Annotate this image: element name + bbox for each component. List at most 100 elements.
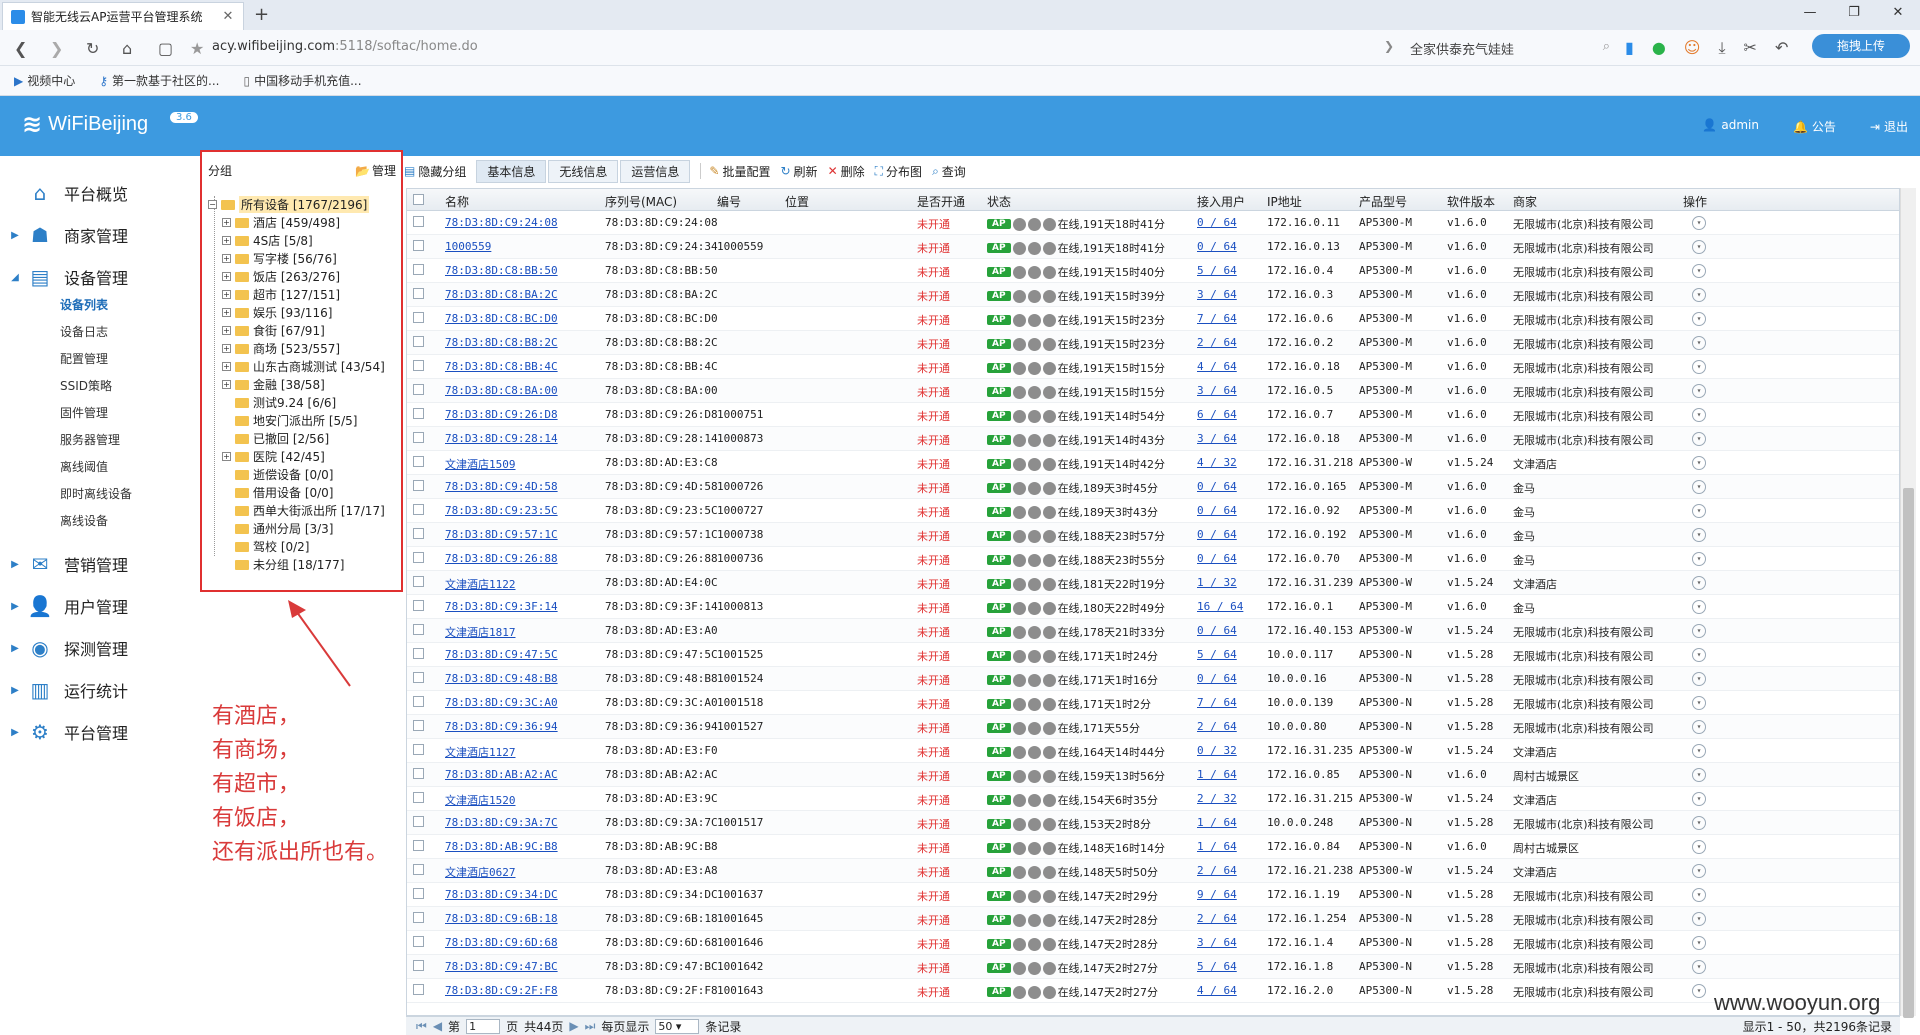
table-row[interactable]: 78:D3:8D:C9:34:DC 78:D3:8D:C9:34:DC 100163… [407, 883, 1899, 907]
tree-item[interactable]: + 山东古商城测试 [43/54] [222, 358, 385, 375]
nav-item-stats[interactable]: ▶ ▥ 运行统计 [0, 673, 200, 707]
device-name-link[interactable]: 78:D3:8D:C8:BC:D0 [445, 312, 558, 325]
collapse-icon[interactable]: − [208, 200, 217, 209]
nav-sub-offline[interactable]: 离线设备 [60, 512, 108, 529]
table-row[interactable]: 78:D3:8D:C9:26:D8 78:D3:8D:C9:26:D8 100075… [407, 403, 1899, 427]
tree-root-all-devices[interactable]: − 所有设备 [1767/2196] [208, 196, 370, 213]
last-page-icon[interactable]: ⏭ [585, 1019, 596, 1034]
expand-icon[interactable]: + [222, 380, 231, 389]
row-checkbox[interactable] [413, 264, 424, 275]
users-link[interactable]: 0 / 64 [1197, 528, 1237, 541]
expand-icon[interactable]: + [222, 326, 231, 335]
nav-sub-ssid[interactable]: SSID策略 [60, 377, 112, 394]
undo-icon[interactable]: ↶ [1775, 38, 1788, 58]
users-link[interactable]: 9 / 64 [1197, 888, 1237, 901]
row-checkbox[interactable] [413, 552, 424, 563]
table-row[interactable]: 78:D3:8D:C9:4D:58 78:D3:8D:C9:4D:58 100072… [407, 475, 1899, 499]
tree-item[interactable]: + 商场 [523/557] [222, 340, 340, 357]
users-link[interactable]: 2 / 64 [1197, 912, 1237, 925]
users-link[interactable]: 1 / 64 [1197, 816, 1237, 829]
row-action-icon[interactable]: ▾ [1692, 816, 1706, 830]
row-action-icon[interactable]: ▾ [1692, 312, 1706, 326]
device-name-link[interactable]: 文津酒店0627 [445, 864, 516, 880]
row-checkbox[interactable] [413, 408, 424, 419]
tree-item[interactable]: + 医院 [42/45] [222, 448, 325, 465]
users-link[interactable]: 3 / 64 [1197, 384, 1237, 397]
row-checkbox[interactable] [413, 648, 424, 659]
table-row[interactable]: 78:D3:8D:C9:26:88 78:D3:8D:C9:26:88 100073… [407, 547, 1899, 571]
row-action-icon[interactable]: ▾ [1692, 792, 1706, 806]
tree-item[interactable]: 驾校 [0/2] [222, 538, 310, 555]
device-name-link[interactable]: 78:D3:8D:C9:26:88 [445, 552, 558, 565]
tree-item[interactable]: 逝偿设备 [0/0] [222, 466, 334, 483]
table-row[interactable]: 文津酒店1520 78:D3:8D:AD:E3:9C 未开通 AP 在线,154天6时3… [407, 787, 1899, 811]
expand-icon[interactable]: + [222, 254, 231, 263]
row-checkbox[interactable] [413, 768, 424, 779]
row-action-icon[interactable]: ▾ [1692, 528, 1706, 542]
row-action-icon[interactable]: ▾ [1692, 360, 1706, 374]
column-header[interactable]: 编号 [717, 193, 741, 210]
device-name-link[interactable]: 78:D3:8D:C9:34:DC [445, 888, 558, 901]
hide-group-button[interactable]: ▤ 隐藏分组 [404, 163, 466, 180]
close-icon[interactable]: ✕ [221, 9, 235, 24]
expand-icon[interactable]: + [222, 218, 231, 227]
table-row[interactable]: 78:D3:8D:C9:28:14 78:D3:8D:C9:28:14 100087… [407, 427, 1899, 451]
bookmark-item[interactable]: ⚷ 第一款基于社区的... [99, 72, 219, 89]
device-name-link[interactable]: 78:D3:8D:C8:BA:2C [445, 288, 558, 301]
reader-icon[interactable]: ▢ [158, 39, 173, 58]
expand-icon[interactable]: + [222, 308, 231, 317]
tree-item[interactable]: + 食街 [67/91] [222, 322, 325, 339]
expand-icon[interactable]: + [222, 272, 231, 281]
restore-icon[interactable]: ❐ [1832, 0, 1876, 28]
row-action-icon[interactable]: ▾ [1692, 840, 1706, 854]
row-action-icon[interactable]: ▾ [1692, 624, 1706, 638]
row-checkbox[interactable] [413, 528, 424, 539]
table-row[interactable]: 78:D3:8D:C9:36:94 78:D3:8D:C9:36:94 100152… [407, 715, 1899, 739]
row-action-icon[interactable]: ▾ [1692, 432, 1706, 446]
device-name-link[interactable]: 文津酒店1127 [445, 744, 516, 760]
tree-item[interactable]: 西单大街派出所 [17/17] [222, 502, 385, 519]
device-name-link[interactable]: 78:D3:8D:AB:9C:B8 [445, 840, 558, 853]
device-name-link[interactable]: 78:D3:8D:C9:2F:F8 [445, 984, 558, 997]
star-icon[interactable]: ★ [190, 39, 204, 58]
select-all-checkbox[interactable] [413, 194, 424, 205]
row-checkbox[interactable] [413, 504, 424, 515]
row-checkbox[interactable] [413, 816, 424, 827]
nav-item-platform[interactable]: ▶ ⚙ 平台管理 [0, 715, 200, 749]
row-checkbox[interactable] [413, 696, 424, 707]
users-link[interactable]: 1 / 64 [1197, 768, 1237, 781]
table-row[interactable]: 78:D3:8D:C8:BA:2C 78:D3:8D:C8:BA:2C 未开通 AP 在… [407, 283, 1899, 307]
users-link[interactable]: 4 / 32 [1197, 456, 1237, 469]
row-action-icon[interactable]: ▾ [1692, 648, 1706, 662]
bookmark-item[interactable]: ▯ 中国移动手机充值... [244, 72, 362, 89]
row-checkbox[interactable] [413, 480, 424, 491]
column-header[interactable]: IP地址 [1267, 193, 1302, 210]
users-link[interactable]: 0 / 64 [1197, 552, 1237, 565]
tree-item[interactable]: 通州分局 [3/3] [222, 520, 334, 537]
users-link[interactable]: 2 / 32 [1197, 792, 1237, 805]
row-checkbox[interactable] [413, 384, 424, 395]
users-link[interactable]: 5 / 64 [1197, 960, 1237, 973]
row-action-icon[interactable]: ▾ [1692, 480, 1706, 494]
column-header[interactable]: 软件版本 [1447, 193, 1495, 210]
row-checkbox[interactable] [413, 720, 424, 731]
column-header[interactable]: 状态 [987, 193, 1011, 210]
users-link[interactable]: 4 / 64 [1197, 984, 1237, 997]
device-name-link[interactable]: 文津酒店1520 [445, 792, 516, 808]
tree-item[interactable]: 地安门派出所 [5/5] [222, 412, 358, 429]
table-row[interactable]: 78:D3:8D:C9:3A:7C 78:D3:8D:C9:3A:7C 100151… [407, 811, 1899, 835]
row-action-icon[interactable]: ▾ [1692, 936, 1706, 950]
row-checkbox[interactable] [413, 888, 424, 899]
row-action-icon[interactable]: ▾ [1692, 504, 1706, 518]
users-link[interactable]: 2 / 64 [1197, 720, 1237, 733]
url-field[interactable]: acy.wifibeijing.com:5118/softac/home.do [212, 39, 478, 54]
users-link[interactable]: 0 / 64 [1197, 216, 1237, 229]
device-name-link[interactable]: 78:D3:8D:C9:24:08 [445, 216, 558, 229]
next-page-icon[interactable]: ▶ [569, 1019, 578, 1033]
row-checkbox[interactable] [413, 624, 424, 635]
table-row[interactable]: 1000559 78:D3:8D:C9:24:34 1000559 未开通 AP 在线,1… [407, 235, 1899, 259]
device-name-link[interactable]: 78:D3:8D:C8:BA:00 [445, 384, 558, 397]
users-link[interactable]: 3 / 64 [1197, 432, 1237, 445]
users-link[interactable]: 1 / 64 [1197, 840, 1237, 853]
row-checkbox[interactable] [413, 456, 424, 467]
